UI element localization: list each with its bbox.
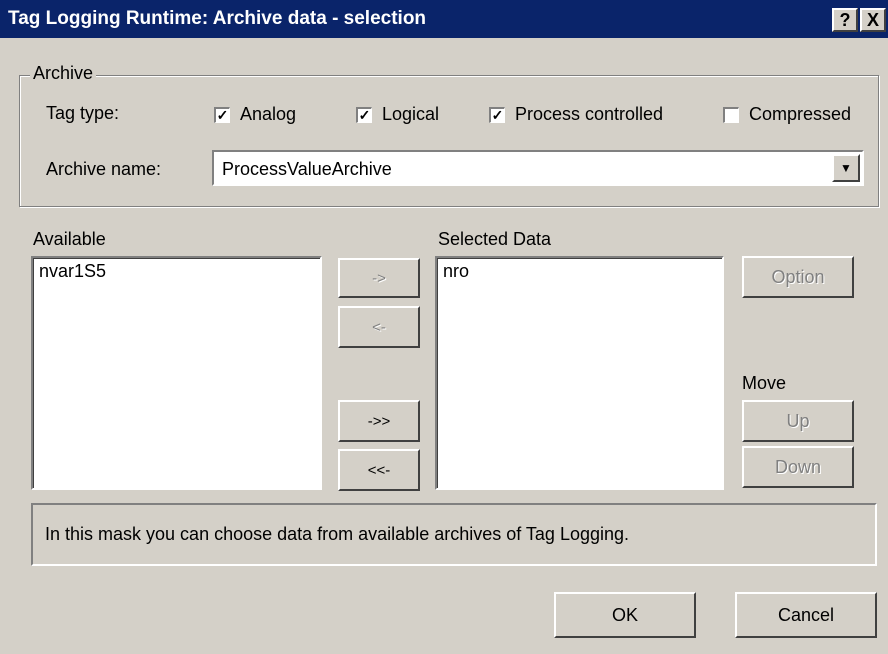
move-up-button[interactable]: Up bbox=[742, 400, 854, 442]
window-title: Tag Logging Runtime: Archive data - sele… bbox=[8, 8, 427, 29]
logical-checkbox[interactable]: ✓ Logical bbox=[356, 104, 439, 125]
archive-group-label: Archive bbox=[30, 63, 97, 84]
info-text: In this mask you can choose data from av… bbox=[45, 524, 630, 544]
dropdown-button[interactable]: ▼ bbox=[832, 154, 860, 182]
unchecked-box-icon bbox=[723, 106, 739, 123]
chevron-down-icon: ▼ bbox=[840, 161, 852, 175]
tag-type-label: Tag type: bbox=[46, 103, 120, 123]
list-item[interactable]: nro bbox=[443, 261, 469, 282]
selected-data-label: Selected Data bbox=[438, 229, 552, 249]
available-list[interactable]: nvar1S5 bbox=[31, 256, 322, 490]
option-button[interactable]: Option bbox=[742, 256, 854, 298]
check-icon: ✓ bbox=[356, 106, 372, 123]
move-label: Move bbox=[742, 373, 787, 393]
archive-name-value: ProcessValueArchive bbox=[222, 159, 392, 179]
archive-name-combo[interactable]: ProcessValueArchive ▼ bbox=[212, 150, 864, 186]
remove-all-button[interactable]: <<- bbox=[338, 449, 420, 491]
help-button[interactable]: ? bbox=[832, 8, 858, 32]
compressed-checkbox[interactable]: Compressed bbox=[723, 104, 851, 125]
remove-button[interactable]: <- bbox=[338, 306, 420, 348]
cancel-button[interactable]: Cancel bbox=[735, 592, 877, 638]
logical-label: Logical bbox=[382, 104, 440, 124]
archive-group bbox=[19, 75, 879, 207]
info-panel: In this mask you can choose data from av… bbox=[31, 503, 877, 566]
check-icon: ✓ bbox=[214, 106, 230, 123]
move-down-button[interactable]: Down bbox=[742, 446, 854, 488]
ok-button[interactable]: OK bbox=[554, 592, 696, 638]
process-controlled-label: Process controlled bbox=[515, 104, 664, 124]
close-button[interactable]: X bbox=[860, 8, 886, 32]
analog-label: Analog bbox=[240, 104, 297, 124]
available-label: Available bbox=[33, 229, 106, 249]
title-bar: Tag Logging Runtime: Archive data - sele… bbox=[0, 0, 888, 38]
add-all-button[interactable]: ->> bbox=[338, 400, 420, 442]
add-button[interactable]: -> bbox=[338, 258, 420, 298]
check-icon: ✓ bbox=[489, 106, 505, 123]
archive-name-label: Archive name: bbox=[46, 159, 162, 179]
compressed-label: Compressed bbox=[749, 104, 852, 124]
analog-checkbox[interactable]: ✓ Analog bbox=[214, 104, 296, 125]
process-controlled-checkbox[interactable]: ✓ Process controlled bbox=[489, 104, 663, 125]
selected-data-list[interactable]: nro bbox=[435, 256, 724, 490]
list-item[interactable]: nvar1S5 bbox=[39, 261, 106, 282]
